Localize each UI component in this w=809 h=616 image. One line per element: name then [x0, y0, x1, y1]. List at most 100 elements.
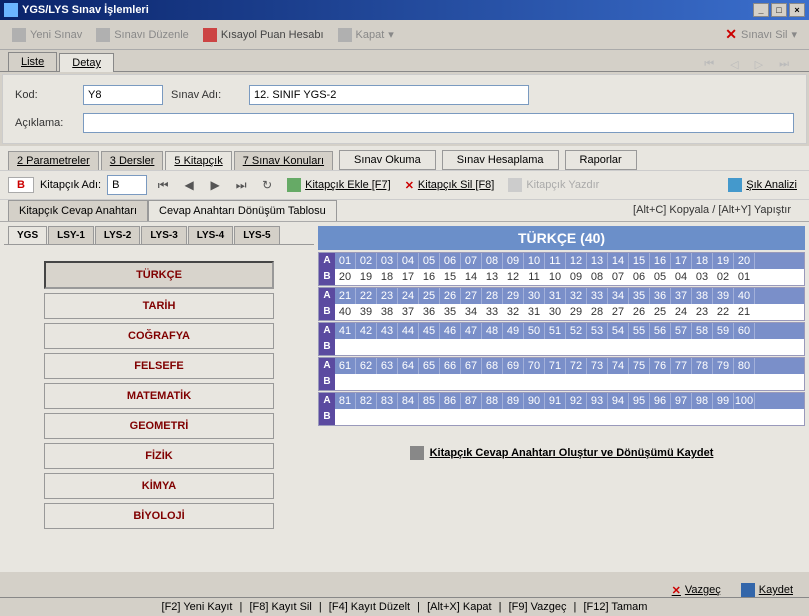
grid-cell[interactable]: 23	[692, 304, 713, 320]
grid-cell[interactable]: 05	[650, 269, 671, 285]
grid-cell[interactable]: 14	[608, 253, 629, 269]
grid-cell[interactable]: 53	[587, 323, 608, 339]
grid-cell[interactable]: 23	[377, 288, 398, 304]
exam-tab-ygs[interactable]: YGS	[8, 226, 47, 244]
grid-cell[interactable]: 72	[566, 358, 587, 374]
grid-cell[interactable]: 12	[566, 253, 587, 269]
subject-coğrafya[interactable]: COĞRAFYA	[44, 323, 274, 349]
grid-cell[interactable]: 60	[734, 323, 755, 339]
grid-cell[interactable]: 34	[608, 288, 629, 304]
new-exam-button[interactable]: Yeni Sınav	[6, 26, 88, 44]
grid-cell[interactable]: 28	[482, 288, 503, 304]
subject-felsefe[interactable]: FELSEFE	[44, 353, 274, 379]
grid-cell[interactable]: 37	[398, 304, 419, 320]
subject-tari̇h[interactable]: TARİH	[44, 293, 274, 319]
grid-cell[interactable]: 04	[671, 269, 692, 285]
grid-row[interactable]: 4142434445464748495051525354555657585960	[335, 323, 804, 339]
subject-matemati̇k[interactable]: MATEMATİK	[44, 383, 274, 409]
grid-cell[interactable]: 84	[398, 393, 419, 409]
grid-cell[interactable]: 41	[335, 323, 356, 339]
grid-cell[interactable]: 24	[398, 288, 419, 304]
grid-cell[interactable]: 40	[335, 304, 356, 320]
nav-next[interactable]: ▶	[205, 178, 225, 192]
grid-cell[interactable]: 65	[419, 358, 440, 374]
nav-first[interactable]: ⏮	[153, 178, 173, 193]
grid-cell[interactable]: 79	[713, 358, 734, 374]
grid-cell[interactable]: 86	[440, 393, 461, 409]
grid-cell[interactable]: 17	[671, 253, 692, 269]
grid-cell[interactable]: 30	[524, 288, 545, 304]
grid-cell[interactable]: 90	[524, 393, 545, 409]
nav-refresh[interactable]: ↻	[257, 178, 277, 192]
nav-prev[interactable]: ◀	[179, 178, 199, 192]
grid-cell[interactable]: 61	[335, 358, 356, 374]
grid-cell[interactable]: 06	[440, 253, 461, 269]
tab-parametreler[interactable]: 2 Parametreler	[8, 151, 99, 170]
tab-raporlar[interactable]: Raporlar	[565, 150, 637, 170]
grid-cell[interactable]: 24	[671, 304, 692, 320]
grid-cell[interactable]: 01	[335, 253, 356, 269]
vazgec-button[interactable]: ✕Vazgeç	[672, 583, 721, 597]
grid-row[interactable]	[335, 409, 804, 425]
grid-cell[interactable]: 22	[356, 288, 377, 304]
grid-cell[interactable]: 33	[587, 288, 608, 304]
nav-next-icon[interactable]: ▷	[755, 58, 763, 71]
grid-cell[interactable]: 34	[461, 304, 482, 320]
nav-first-icon[interactable]: ⏮	[704, 58, 714, 71]
grid-cell[interactable]: 88	[482, 393, 503, 409]
grid-cell[interactable]: 22	[713, 304, 734, 320]
grid-cell[interactable]: 21	[734, 304, 755, 320]
subject-türkçe[interactable]: TÜRKÇE	[44, 261, 274, 289]
grid-cell[interactable]: 47	[461, 323, 482, 339]
grid-cell[interactable]: 50	[524, 323, 545, 339]
grid-cell[interactable]: 33	[482, 304, 503, 320]
close-button[interactable]: ×	[789, 3, 805, 17]
grid-cell[interactable]: 32	[503, 304, 524, 320]
grid-cell[interactable]: 09	[503, 253, 524, 269]
grid-cell[interactable]: 63	[377, 358, 398, 374]
grid-cell[interactable]: 100	[734, 393, 755, 409]
grid-cell[interactable]: 43	[377, 323, 398, 339]
grid-cell[interactable]: 20	[335, 269, 356, 285]
kaydet-button[interactable]: Kaydet	[741, 583, 793, 597]
grid-cell[interactable]: 15	[629, 253, 650, 269]
grid-row[interactable]	[335, 374, 804, 390]
exam-tab-lsy-1[interactable]: LSY-1	[48, 226, 94, 244]
grid-cell[interactable]: 17	[398, 269, 419, 285]
grid-cell[interactable]: 25	[419, 288, 440, 304]
grid-cell[interactable]: 93	[587, 393, 608, 409]
grid-cell[interactable]: 19	[713, 253, 734, 269]
grid-cell[interactable]: 25	[650, 304, 671, 320]
nav-prev-icon[interactable]: ◁	[730, 58, 738, 71]
grid-cell[interactable]: 57	[671, 323, 692, 339]
grid-row[interactable]	[335, 339, 804, 355]
grid-cell[interactable]: 74	[608, 358, 629, 374]
grid-cell[interactable]: 29	[566, 304, 587, 320]
grid-cell[interactable]: 96	[650, 393, 671, 409]
grid-cell[interactable]: 12	[503, 269, 524, 285]
grid-cell[interactable]: 09	[566, 269, 587, 285]
grid-cell[interactable]: 58	[692, 323, 713, 339]
nav-last[interactable]: ⏭	[231, 178, 251, 193]
grid-cell[interactable]: 55	[629, 323, 650, 339]
grid-cell[interactable]: 99	[713, 393, 734, 409]
grid-cell[interactable]: 11	[545, 253, 566, 269]
close-exam-button[interactable]: Kapat ▾	[332, 26, 400, 44]
tab-cevap-anahtari[interactable]: Kitapçık Cevap Anahtarı	[8, 200, 148, 221]
exam-tab-lys-4[interactable]: LYS-4	[188, 226, 233, 244]
exam-tab-lys-5[interactable]: LYS-5	[234, 226, 279, 244]
grid-cell[interactable]: 08	[587, 269, 608, 285]
tab-sinavhesaplama[interactable]: Sınav Hesaplama	[442, 150, 559, 170]
grid-cell[interactable]: 75	[629, 358, 650, 374]
grid-cell[interactable]: 35	[440, 304, 461, 320]
grid-cell[interactable]: 27	[461, 288, 482, 304]
grid-cell[interactable]: 15	[440, 269, 461, 285]
edit-exam-button[interactable]: Sınavı Düzenle	[90, 26, 195, 44]
grid-cell[interactable]: 38	[377, 304, 398, 320]
grid-cell[interactable]: 20	[734, 253, 755, 269]
tab-detay[interactable]: Detay	[59, 53, 114, 72]
grid-cell[interactable]: 05	[419, 253, 440, 269]
subject-geometri̇[interactable]: GEOMETRİ	[44, 413, 274, 439]
grid-cell[interactable]: 26	[629, 304, 650, 320]
grid-cell[interactable]: 08	[482, 253, 503, 269]
